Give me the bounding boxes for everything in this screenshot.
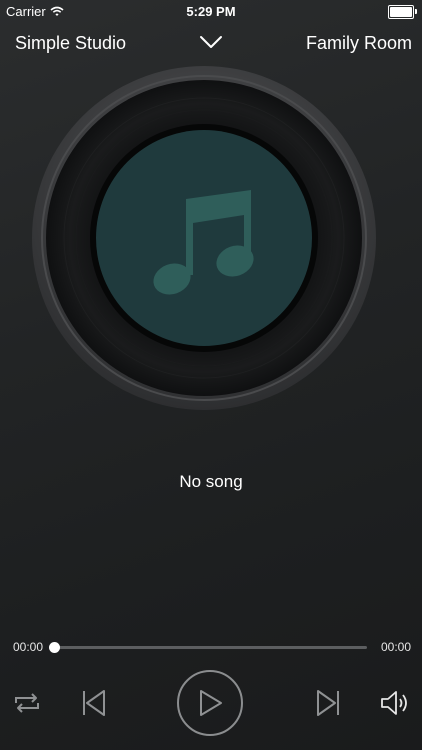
total-time: 00:00: [380, 640, 411, 654]
status-bar: Carrier 5:29 PM: [0, 0, 422, 22]
status-time: 5:29 PM: [186, 4, 236, 19]
progress-slider[interactable]: [49, 642, 367, 653]
chevron-down-icon[interactable]: [199, 32, 223, 52]
album-artwork: [32, 66, 376, 410]
play-button[interactable]: [177, 670, 243, 736]
repeat-button[interactable]: [10, 688, 44, 718]
studio-button[interactable]: Simple Studio: [15, 33, 126, 54]
repeat-icon: [15, 693, 39, 713]
next-icon: [317, 690, 339, 716]
top-nav: Simple Studio Family Room: [0, 30, 422, 56]
battery-icon: [388, 5, 417, 19]
progress-thumb[interactable]: [49, 642, 60, 653]
previous-button[interactable]: [79, 688, 109, 718]
room-button[interactable]: Family Room: [306, 33, 412, 54]
volume-button[interactable]: [377, 688, 413, 718]
current-time: 00:00: [13, 640, 44, 654]
volume-icon: [381, 691, 407, 715]
battery-tip: [415, 9, 417, 14]
play-icon: [200, 690, 222, 716]
next-button[interactable]: [313, 688, 343, 718]
song-title: No song: [179, 472, 243, 491]
previous-icon: [83, 690, 105, 716]
battery-fill: [390, 7, 412, 17]
record-label: [96, 130, 312, 346]
